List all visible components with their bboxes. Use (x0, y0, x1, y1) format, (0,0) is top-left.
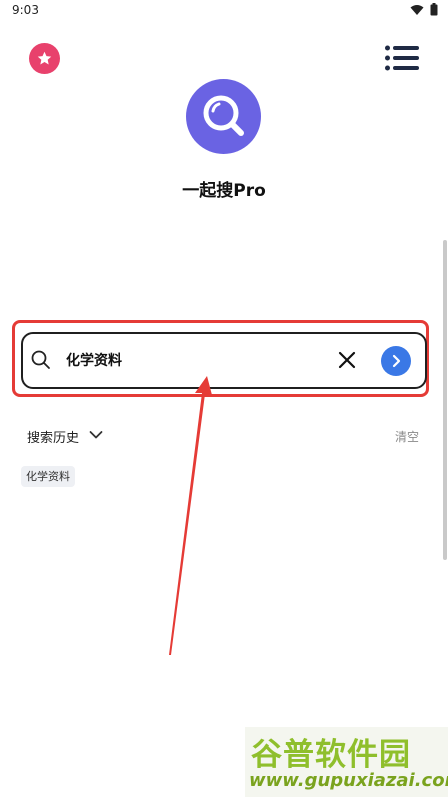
star-icon (37, 51, 52, 65)
wifi-icon (410, 4, 424, 15)
magnifier-logo-icon (203, 95, 244, 136)
search-input[interactable] (66, 348, 316, 372)
history-chip[interactable]: 化学资料 (21, 466, 75, 487)
close-icon (338, 351, 356, 369)
watermark-url: www.gupuxiazai.com (249, 770, 448, 791)
history-title: 搜索历史 (27, 431, 80, 446)
search-go-button[interactable] (381, 346, 411, 376)
app-logo (186, 79, 261, 154)
chevron-down-icon (89, 431, 103, 439)
favorites-button[interactable] (29, 43, 60, 74)
status-time: 9:03 (12, 3, 39, 17)
menu-icon (385, 45, 419, 71)
battery-icon (430, 3, 438, 16)
status-icons (410, 3, 438, 16)
clear-search-button[interactable] (335, 348, 359, 372)
history-toggle-button[interactable] (87, 426, 105, 444)
watermark-logo: 谷普软件园 www.gupuxiazai.com (245, 727, 448, 797)
scrollbar[interactable] (443, 240, 447, 560)
search-icon (31, 350, 50, 369)
clear-history-button[interactable]: 清空 (395, 428, 419, 445)
chevron-right-icon (392, 354, 401, 368)
menu-button[interactable] (384, 44, 420, 72)
status-bar: 9:03 (0, 0, 448, 20)
app-title: 一起搜Pro (182, 181, 266, 201)
watermark-brand: 谷普软件园 (251, 737, 411, 773)
